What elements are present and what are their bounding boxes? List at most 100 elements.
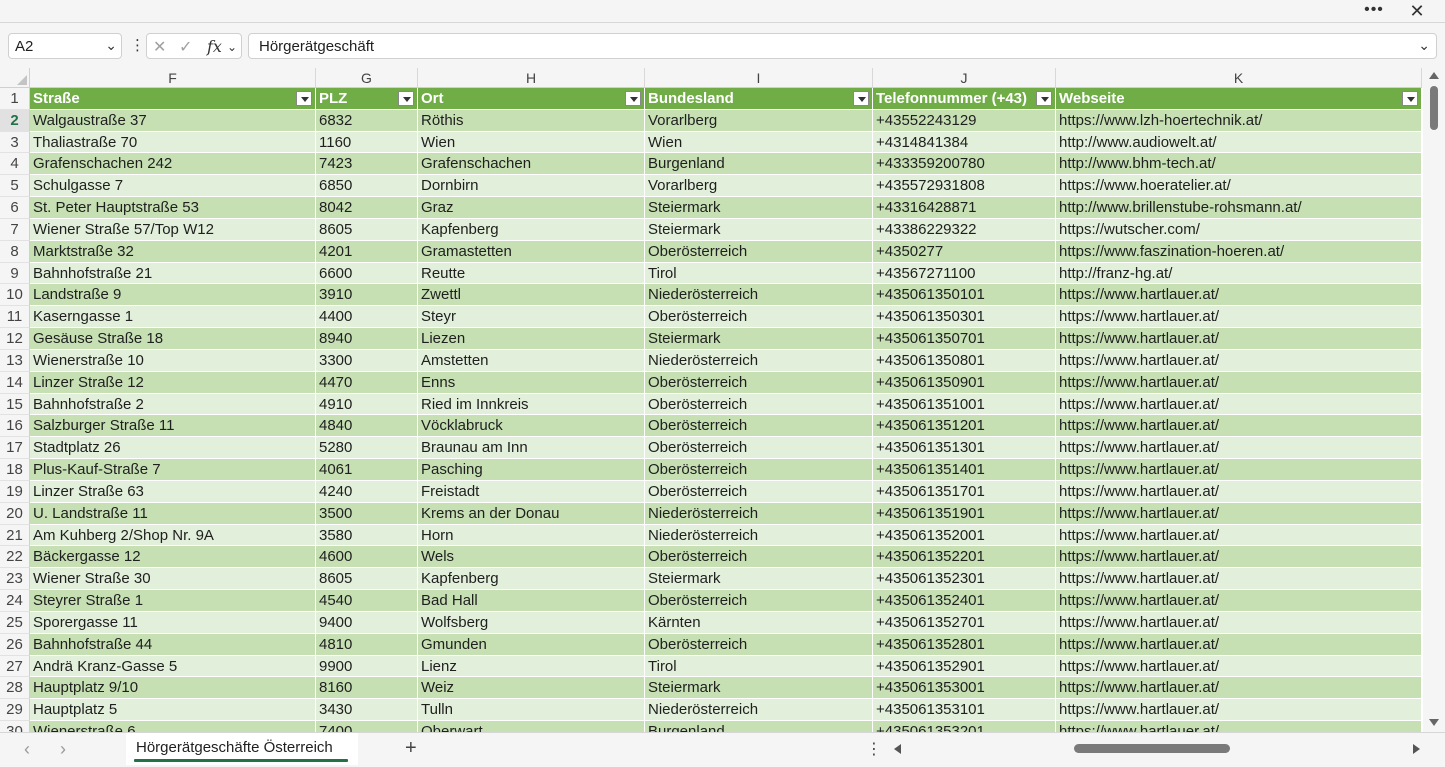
cell[interactable]: +435061352701 (873, 611, 1056, 634)
add-sheet-button[interactable]: + (405, 737, 417, 760)
cell[interactable]: Linzer Straße 12 (30, 371, 316, 394)
cell[interactable]: Bäckergasse 12 (30, 546, 316, 569)
cell[interactable]: Krems an der Donau (418, 502, 645, 525)
cell[interactable]: 8940 (316, 328, 418, 350)
row-header[interactable]: 18 (0, 459, 30, 481)
row-header[interactable]: 28 (0, 677, 30, 700)
row-header[interactable]: 13 (0, 349, 30, 372)
row-header[interactable]: 5 (0, 175, 30, 198)
sheet-tab-active[interactable]: Hörgerätgeschäfte Österreich (126, 733, 358, 765)
cell[interactable]: 8605 (316, 568, 418, 591)
cell[interactable]: Sporergasse 11 (30, 611, 316, 634)
cell[interactable]: Niederösterreich (645, 699, 873, 722)
cell[interactable]: 3580 (316, 524, 418, 547)
cell[interactable]: https://www.hartlauer.at/ (1056, 371, 1422, 394)
cell[interactable]: 7423 (316, 153, 418, 176)
name-box[interactable]: A2 ⌄ (8, 33, 122, 59)
cell[interactable]: Oberwart (418, 721, 645, 732)
cell[interactable]: Wiener Straße 30 (30, 568, 316, 591)
cell[interactable]: 6832 (316, 109, 418, 132)
cell[interactable]: https://www.hartlauer.at/ (1056, 284, 1422, 307)
cancel-icon[interactable]: ✕ (153, 37, 166, 57)
cell[interactable]: Oberösterreich (645, 546, 873, 569)
cell[interactable]: Marktstraße 32 (30, 240, 316, 263)
cell[interactable]: Vöcklabruck (418, 415, 645, 438)
cell[interactable]: Oberösterreich (645, 371, 873, 394)
formula-input[interactable]: Hörgerätgeschäft ⌄ (248, 33, 1437, 59)
cell[interactable]: Schulgasse 7 (30, 175, 316, 198)
row-header[interactable]: 15 (0, 393, 30, 416)
vertical-dots-icon[interactable]: ⋮ (130, 36, 145, 54)
cell[interactable]: 4910 (316, 393, 418, 416)
cell[interactable]: Weiz (418, 677, 645, 700)
scroll-left-icon[interactable] (894, 744, 901, 754)
scroll-up-icon[interactable] (1429, 72, 1439, 79)
cell[interactable]: +435061352301 (873, 568, 1056, 591)
cell[interactable]: 8605 (316, 218, 418, 241)
cell[interactable]: 3300 (316, 349, 418, 372)
column-header[interactable]: G (316, 68, 418, 88)
cell[interactable]: https://www.hartlauer.at/ (1056, 502, 1422, 525)
cell[interactable]: Wienerstraße 10 (30, 349, 316, 372)
row-header[interactable]: 10 (0, 284, 30, 307)
cell[interactable]: Steiermark (645, 197, 873, 219)
column-header[interactable]: I (645, 68, 873, 88)
cell[interactable]: Kaserngasse 1 (30, 306, 316, 329)
horizontal-scroll-thumb[interactable] (1074, 744, 1230, 753)
horizontal-scrollbar[interactable] (888, 741, 1428, 757)
cell[interactable]: Steiermark (645, 218, 873, 241)
filter-dropdown-icon[interactable] (1402, 91, 1418, 106)
cell[interactable]: Stadtplatz 26 (30, 437, 316, 460)
cell[interactable]: Steiermark (645, 568, 873, 591)
cell[interactable]: Hauptplatz 5 (30, 699, 316, 722)
cell[interactable]: +435061351401 (873, 459, 1056, 481)
cell[interactable]: Bad Hall (418, 590, 645, 612)
cell[interactable]: Wien (418, 131, 645, 154)
cell[interactable]: 7400 (316, 721, 418, 732)
cell[interactable]: 8042 (316, 197, 418, 219)
cell[interactable]: Am Kuhberg 2/Shop Nr. 9A (30, 524, 316, 547)
cell[interactable]: Wels (418, 546, 645, 569)
close-icon[interactable]: ✕ (1404, 0, 1430, 22)
cell[interactable]: Niederösterreich (645, 502, 873, 525)
cell[interactable]: https://www.hartlauer.at/ (1056, 349, 1422, 372)
cell[interactable]: 6850 (316, 175, 418, 198)
row-header[interactable]: 19 (0, 480, 30, 503)
cell[interactable]: https://www.hartlauer.at/ (1056, 524, 1422, 547)
cell[interactable]: +435061352201 (873, 546, 1056, 569)
cell[interactable]: Steiermark (645, 677, 873, 700)
cell[interactable]: U. Landstraße 11 (30, 502, 316, 525)
filter-dropdown-icon[interactable] (1036, 91, 1052, 106)
cell[interactable]: 1160 (316, 131, 418, 154)
cell[interactable]: https://www.hartlauer.at/ (1056, 306, 1422, 329)
row-header[interactable]: 8 (0, 240, 30, 263)
cell[interactable]: Graz (418, 197, 645, 219)
cell[interactable]: https://www.hartlauer.at/ (1056, 393, 1422, 416)
cell[interactable]: 4240 (316, 480, 418, 503)
cell[interactable]: +435061352801 (873, 633, 1056, 656)
filter-dropdown-icon[interactable] (296, 91, 312, 106)
cell[interactable]: Hauptplatz 9/10 (30, 677, 316, 700)
select-all-corner[interactable] (0, 68, 30, 88)
cell[interactable]: Ried im Innkreis (418, 393, 645, 416)
cell[interactable]: +435061353201 (873, 721, 1056, 732)
cell[interactable]: +435061353001 (873, 677, 1056, 700)
cell[interactable]: +4350277 (873, 240, 1056, 263)
row-header[interactable]: 21 (0, 524, 30, 547)
vertical-dots-icon[interactable]: ⋮ (866, 739, 882, 759)
cell[interactable]: 8160 (316, 677, 418, 700)
cell[interactable]: 4540 (316, 590, 418, 612)
cell[interactable]: Salzburger Straße 11 (30, 415, 316, 438)
cell[interactable]: +435061352401 (873, 590, 1056, 612)
scroll-right-icon[interactable] (1413, 744, 1420, 754)
scroll-down-icon[interactable] (1429, 719, 1439, 726)
row-header[interactable]: 12 (0, 328, 30, 350)
header-cell[interactable]: Ort (418, 88, 645, 110)
cell[interactable]: Bahnhofstraße 21 (30, 262, 316, 285)
cell[interactable]: Tirol (645, 262, 873, 285)
cell[interactable]: https://www.hartlauer.at/ (1056, 633, 1422, 656)
cell[interactable]: Zwettl (418, 284, 645, 307)
row-header[interactable]: 22 (0, 546, 30, 569)
row-header[interactable]: 4 (0, 153, 30, 176)
cell[interactable]: +43567271100 (873, 262, 1056, 285)
